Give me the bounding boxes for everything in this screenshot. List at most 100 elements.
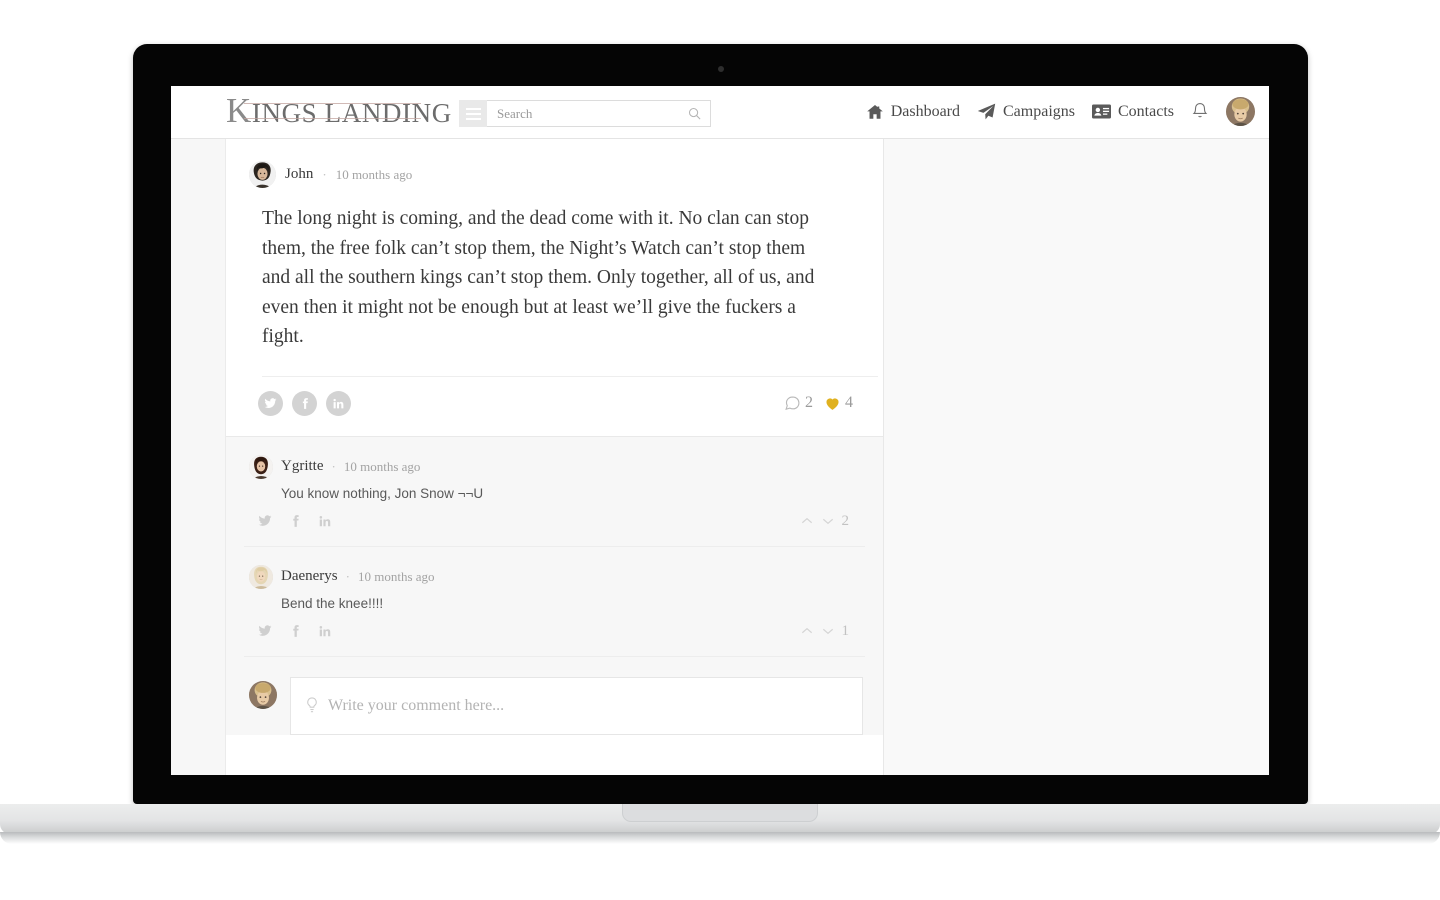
comment-author-name: Ygritte	[281, 458, 324, 474]
hamburger-menu-icon[interactable]	[459, 100, 487, 127]
linkedin-share-button[interactable]	[318, 624, 332, 638]
nav-label-contacts: Contacts	[1118, 102, 1174, 120]
twitter-icon	[258, 625, 272, 636]
comment-item: Ygritte · 10 months ago You know nothing…	[244, 437, 865, 547]
post-timestamp: 10 months ago	[335, 166, 413, 182]
menu-line	[465, 107, 481, 110]
menu-line	[465, 117, 481, 120]
twitter-share-button[interactable]	[258, 390, 283, 416]
menu-line	[465, 112, 481, 115]
twitter-share-button[interactable]	[258, 514, 272, 528]
comment-text: Bend the knee!!!!	[281, 595, 384, 611]
post-author-name: John	[285, 166, 314, 182]
composer-box[interactable]	[290, 676, 863, 735]
upvote-icon[interactable]	[800, 624, 814, 638]
twitter-icon	[264, 397, 277, 408]
comment-meta-separator: ·	[345, 568, 350, 584]
linkedin-icon	[319, 516, 331, 527]
brand-logo-rule	[244, 103, 421, 119]
left-rail	[171, 139, 226, 775]
linkedin-share-button[interactable]	[326, 390, 351, 416]
right-rail	[884, 139, 1269, 775]
brand-logo[interactable]: KINGS LANDING	[226, 92, 451, 132]
comment-composer	[244, 657, 865, 735]
laptop-trackpad-notch	[622, 804, 818, 822]
search-input[interactable]	[487, 105, 710, 122]
twitter-icon	[258, 515, 272, 526]
downvote-icon[interactable]	[821, 514, 835, 528]
twitter-share-button[interactable]	[258, 624, 272, 638]
avatar	[249, 680, 277, 709]
webcam-dot	[717, 66, 724, 72]
content-row: John · 10 months ago The long night is c…	[171, 139, 1269, 775]
home-icon	[866, 104, 883, 119]
comments-section: Ygritte · 10 months ago You know nothing…	[226, 436, 883, 735]
user-avatar	[249, 564, 273, 589]
comment-head: Daenerys · 10 months ago	[244, 564, 865, 589]
comment-count-group[interactable]: 2	[784, 394, 813, 412]
post-card: John · 10 months ago The long night is c…	[226, 139, 883, 437]
comment-share-buttons	[258, 624, 332, 638]
browser-viewport: KINGS LANDING Search Dashboard Campaigns…	[171, 86, 1269, 775]
facebook-share-button[interactable]	[288, 624, 302, 638]
laptop-foot	[0, 832, 1440, 844]
nav-label-dashboard: Dashboard	[890, 102, 960, 120]
vote-count: 2	[841, 512, 850, 529]
nav-label-campaigns: Campaigns	[1003, 102, 1075, 120]
post-author-row: John · 10 months ago	[244, 139, 865, 188]
comment-votes: 1	[800, 623, 860, 640]
linkedin-icon	[319, 626, 331, 637]
site-header: KINGS LANDING Search Dashboard Campaigns…	[171, 86, 1269, 139]
feed-column: John · 10 months ago The long night is c…	[226, 139, 884, 775]
facebook-icon	[302, 397, 308, 409]
user-avatar	[1226, 97, 1255, 126]
post-meta-separator: ·	[322, 166, 327, 182]
contact-card-icon	[1092, 104, 1111, 119]
nav-item-dashboard[interactable]: Dashboard	[866, 103, 960, 121]
linkedin-share-button[interactable]	[318, 514, 332, 528]
avatar[interactable]	[1226, 97, 1255, 126]
comment-count: 2	[805, 394, 813, 411]
post-stats: 2 4	[784, 394, 863, 412]
comment-meta-separator: ·	[331, 458, 336, 474]
post-share-buttons	[258, 390, 351, 416]
like-count-group[interactable]: 4	[824, 394, 853, 412]
comment-bubble-icon	[785, 396, 800, 410]
facebook-icon	[293, 625, 299, 637]
comment-share-buttons	[258, 514, 332, 528]
avatar[interactable]	[249, 161, 276, 188]
bell-icon[interactable]	[1191, 102, 1209, 121]
avatar[interactable]	[249, 564, 273, 589]
heart-icon	[826, 397, 839, 410]
post-body: The long night is coming, and the dead c…	[262, 208, 815, 347]
comment-head: Ygritte · 10 months ago	[244, 454, 865, 479]
comment-item: Daenerys · 10 months ago Bend the knee!!…	[244, 547, 865, 657]
facebook-icon	[293, 515, 299, 527]
post-actions: 2 4	[244, 377, 865, 436]
downvote-icon[interactable]	[821, 624, 835, 638]
upvote-icon[interactable]	[800, 514, 814, 528]
nav-item-campaigns[interactable]: Campaigns	[977, 102, 1075, 121]
comment-text: You know nothing, Jon Snow ¬¬U	[281, 485, 484, 501]
avatar[interactable]	[249, 454, 273, 479]
comment-timestamp: 10 months ago	[343, 458, 421, 474]
search-icon[interactable]	[687, 106, 702, 121]
primary-nav: Dashboard Campaigns Contacts	[866, 97, 1255, 126]
paper-plane-icon	[977, 103, 996, 120]
facebook-share-button[interactable]	[292, 390, 317, 416]
linkedin-icon	[333, 398, 344, 408]
comment-timestamp: 10 months ago	[357, 568, 435, 584]
comment-votes: 2	[800, 513, 860, 530]
comment-actions: 2	[244, 513, 865, 547]
comment-actions: 1	[244, 623, 865, 657]
like-count: 4	[845, 394, 853, 411]
laptop-mockup: KINGS LANDING Search Dashboard Campaigns…	[0, 0, 1440, 900]
user-avatar	[249, 680, 277, 709]
user-avatar	[249, 454, 273, 479]
comment-input[interactable]	[328, 696, 848, 715]
user-avatar	[249, 161, 276, 188]
nav-item-contacts[interactable]: Contacts	[1092, 103, 1174, 121]
vote-count: 1	[841, 622, 850, 639]
facebook-share-button[interactable]	[288, 514, 302, 528]
search-field-wrap	[487, 100, 711, 127]
